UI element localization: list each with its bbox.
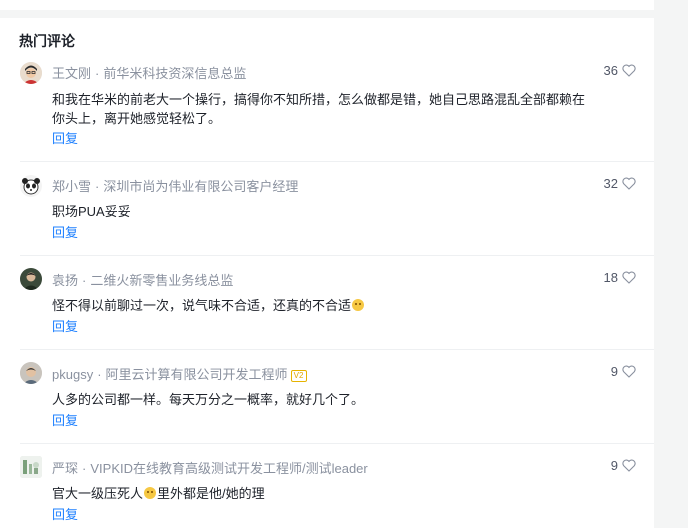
like-button[interactable]: 36 bbox=[604, 63, 636, 78]
hot-comments-panel: 热门评论 王文刚 · 前华米科技资深信息总监 36 和我在华米的前老大一个操行，搞得… bbox=[0, 18, 654, 528]
comment-meta: 王文刚 · 前华米科技资深信息总监 bbox=[52, 66, 247, 81]
reply-button[interactable]: 回复 bbox=[52, 410, 78, 429]
like-button[interactable]: 9 bbox=[611, 364, 636, 379]
comment-text-part: 官大一级压死人 bbox=[52, 486, 144, 501]
like-count: 18 bbox=[603, 270, 618, 285]
comment-text-part: 里外都是他/她的理 bbox=[157, 486, 265, 501]
like-count: 9 bbox=[610, 364, 618, 379]
comment-meta: pkugsy · 阿里云计算有限公司开发工程师 V2 bbox=[52, 364, 307, 383]
like-count: 9 bbox=[610, 458, 618, 473]
comment-meta: 袁扬 · 二维火新零售业务线总监 bbox=[52, 273, 234, 288]
author-title: 二维火新零售业务线总监 bbox=[90, 273, 234, 288]
comment-text-part: 人多的公司都一样。每天万分之一概率，就好几个了。 bbox=[52, 392, 365, 407]
divider bbox=[20, 443, 654, 444]
avatar[interactable] bbox=[20, 362, 42, 384]
divider bbox=[20, 161, 654, 162]
heart-icon[interactable] bbox=[622, 459, 636, 472]
section-title: 热门评论 bbox=[19, 33, 75, 49]
emoji-icon bbox=[144, 487, 157, 499]
divider bbox=[20, 349, 654, 350]
author-name[interactable]: pkugsy bbox=[52, 367, 93, 382]
heart-icon[interactable] bbox=[622, 64, 636, 77]
author-name[interactable]: 严琛 bbox=[52, 461, 78, 476]
heart-icon[interactable] bbox=[622, 365, 636, 378]
avatar[interactable] bbox=[20, 456, 42, 478]
reply-button[interactable]: 回复 bbox=[52, 222, 78, 241]
comment-text-part: 怪不得以前聊过一次，说气味不合适，还真的不合适 bbox=[52, 298, 352, 313]
comment-text: 和我在华米的前老大一个操行，搞得你不知所措，怎么做都是错，她自己思路混乱全部都赖… bbox=[52, 90, 592, 128]
author-title: 深圳市尚为伟业有限公司客户经理 bbox=[103, 179, 299, 194]
like-count: 36 bbox=[603, 63, 618, 78]
author-name[interactable]: 郑小雪 bbox=[52, 179, 91, 194]
author-name[interactable]: 袁扬 bbox=[52, 273, 78, 288]
comment-text: 官大一级压死人 里外都是他/她的理 bbox=[52, 484, 592, 503]
avatar[interactable] bbox=[20, 175, 42, 197]
author-title: 阿里云计算有限公司开发工程师 bbox=[105, 367, 288, 382]
reply-button[interactable]: 回复 bbox=[52, 504, 78, 523]
like-button[interactable]: 18 bbox=[604, 270, 636, 285]
comment-text: 职场PUA妥妥 bbox=[52, 202, 592, 221]
comment-text-part: 职场PUA妥妥 bbox=[52, 204, 131, 219]
like-count: 32 bbox=[603, 176, 618, 191]
comment-text: 人多的公司都一样。每天万分之一概率，就好几个了。 bbox=[52, 390, 592, 409]
comment-meta: 郑小雪 · 深圳市尚为伟业有限公司客户经理 bbox=[52, 179, 299, 194]
like-button[interactable]: 9 bbox=[611, 458, 636, 473]
comment-meta: 严琛 · VIPKID在线教育高级测试开发工程师/测试leader bbox=[52, 461, 368, 476]
divider bbox=[20, 255, 654, 256]
emoji-icon bbox=[352, 299, 365, 311]
heart-icon[interactable] bbox=[622, 271, 636, 284]
author-name[interactable]: 王文刚 bbox=[52, 66, 91, 81]
comment-text-part: 和我在华米的前老大一个操行，搞得你不知所措，怎么做都是错，她自己思路混乱全部都赖… bbox=[52, 92, 586, 126]
heart-icon[interactable] bbox=[622, 177, 636, 190]
author-title: VIPKID在线教育高级测试开发工程师/测试leader bbox=[90, 461, 368, 476]
avatar[interactable] bbox=[20, 268, 42, 290]
like-button[interactable]: 32 bbox=[604, 176, 636, 191]
comment-text: 怪不得以前聊过一次，说气味不合适，还真的不合适 bbox=[52, 296, 592, 315]
reply-button[interactable]: 回复 bbox=[52, 128, 78, 147]
reply-button[interactable]: 回复 bbox=[52, 316, 78, 335]
avatar[interactable] bbox=[20, 62, 42, 84]
level-badge: V2 bbox=[290, 370, 307, 382]
top-strip bbox=[0, 0, 654, 10]
author-title: 前华米科技资深信息总监 bbox=[103, 66, 247, 81]
